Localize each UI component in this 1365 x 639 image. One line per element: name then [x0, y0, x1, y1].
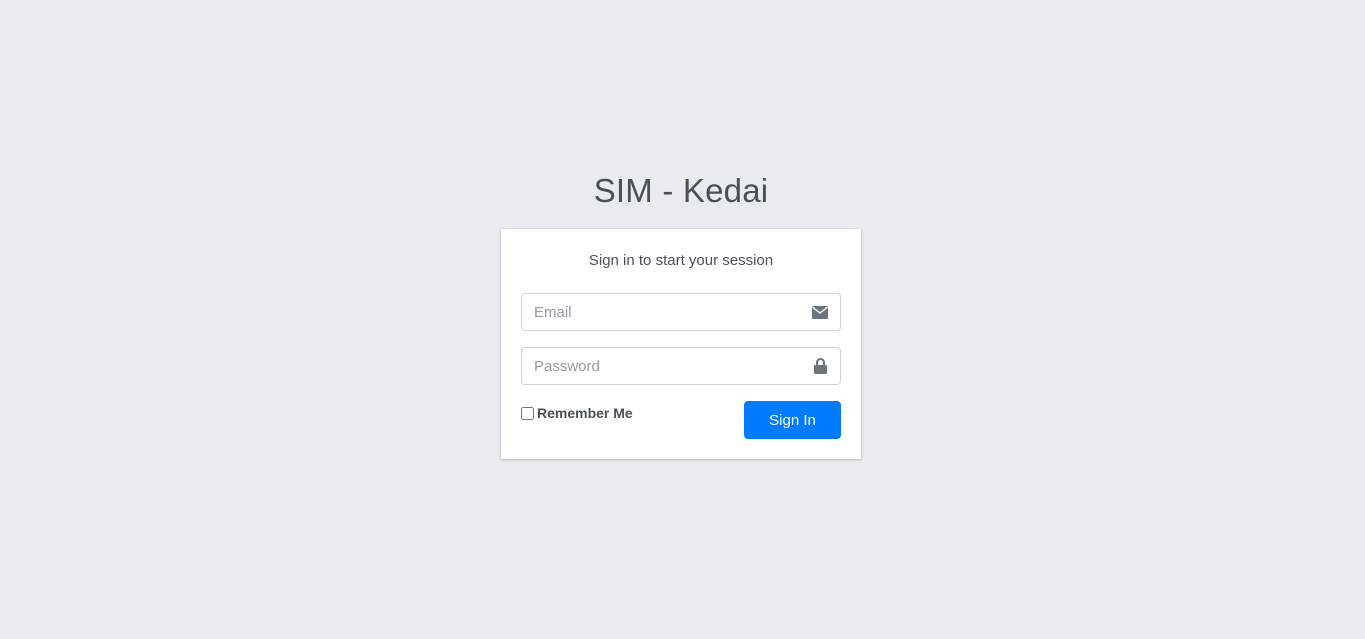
envelope-icon [811, 303, 829, 321]
password-field[interactable] [522, 348, 792, 384]
email-field-group [521, 293, 841, 331]
email-field[interactable] [522, 294, 792, 330]
login-message: Sign in to start your session [588, 252, 774, 269]
app-logo: SIM - Kedai [501, 166, 861, 218]
remember-me-checkbox[interactable] [521, 406, 534, 420]
brand-name: SIM [593, 172, 653, 209]
brand-suffix: - Kedai [652, 172, 769, 209]
remember-me[interactable]: Remember Me [521, 405, 633, 421]
password-field-group [521, 347, 841, 385]
login-card: Sign in to start your session Email Reme… [501, 229, 861, 459]
login-box: SIM - Kedai Sign in to start your sessio… [501, 166, 861, 459]
form-actions: Remember Me Sign In [521, 401, 841, 439]
sign-in-button[interactable]: Sign In [744, 401, 841, 439]
remember-me-label: Remember Me [537, 405, 633, 421]
lock-icon [811, 357, 829, 375]
